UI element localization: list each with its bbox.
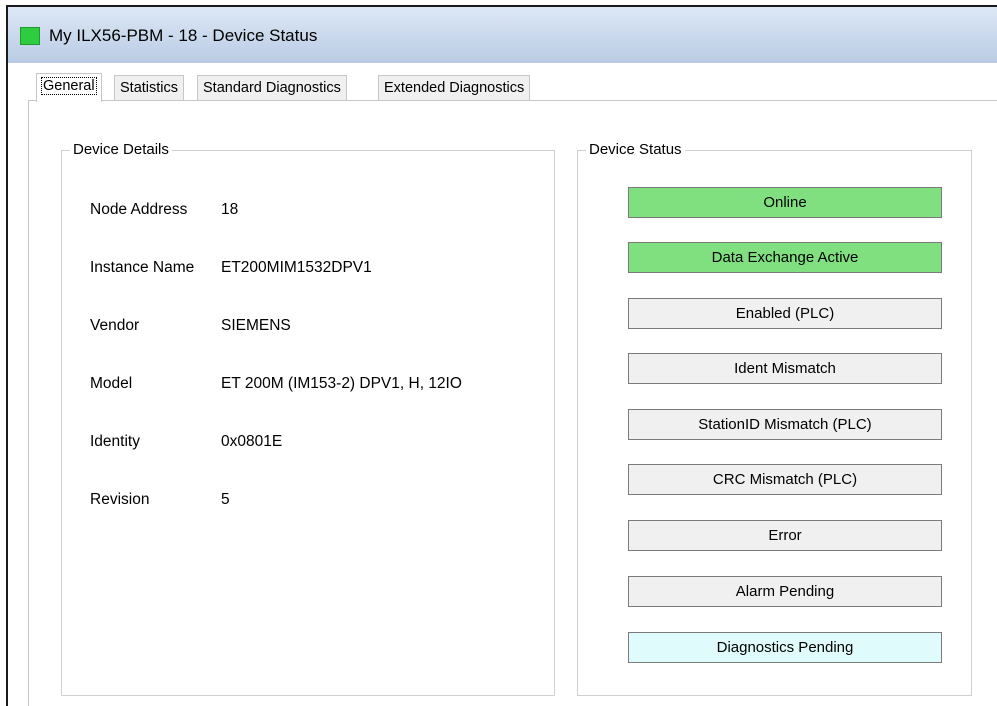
tab-strip: General Statistics Standard Diagnostics …	[8, 63, 997, 102]
general-tab-panel: Device Details Node Address 18 Instance …	[28, 100, 997, 706]
vendor-value: SIEMENS	[221, 317, 291, 334]
revision-label: Revision	[90, 491, 150, 508]
diagnostics-pending-indicator: Diagnostics Pending	[628, 632, 942, 663]
device-status-window: My ILX56-PBM - 18 - Device Status Genera…	[6, 5, 997, 706]
tab-general[interactable]: General	[36, 73, 102, 102]
tab-extended-diagnostics[interactable]: Extended Diagnostics	[378, 75, 531, 101]
window-title: My ILX56-PBM - 18 - Device Status	[49, 26, 318, 45]
ident-mismatch-indicator: Ident Mismatch	[628, 353, 942, 384]
tab-statistics-label: Statistics	[120, 80, 179, 96]
crc-mismatch-indicator: CRC Mismatch (PLC)	[628, 464, 942, 495]
instance-name-value: ET200MIM1532DPV1	[221, 259, 372, 276]
model-value: ET 200M (IM153-2) DPV1, H, 12IO	[221, 375, 462, 392]
data-exchange-active-indicator: Data Exchange Active	[628, 242, 942, 273]
error-indicator: Error	[628, 520, 942, 551]
device-details-title: Device Details	[70, 141, 172, 159]
device-status-group: Device Status Online Data Exchange Activ…	[577, 141, 972, 696]
tab-extended-diagnostics-label: Extended Diagnostics	[384, 80, 525, 96]
enabled-plc-indicator: Enabled (PLC)	[628, 298, 942, 329]
tab-standard-diagnostics-label: Standard Diagnostics	[203, 80, 341, 96]
status-square-icon	[20, 27, 40, 45]
stationid-mismatch-indicator: StationID Mismatch (PLC)	[628, 409, 942, 440]
node-address-label: Node Address	[90, 201, 188, 218]
tab-statistics[interactable]: Statistics	[114, 75, 185, 101]
alarm-pending-indicator: Alarm Pending	[628, 576, 942, 607]
device-details-group: Device Details Node Address 18 Instance …	[61, 141, 555, 696]
vendor-label: Vendor	[90, 317, 140, 334]
device-status-title: Device Status	[586, 141, 685, 159]
model-label: Model	[90, 375, 133, 392]
tab-standard-diagnostics[interactable]: Standard Diagnostics	[197, 75, 347, 101]
identity-value: 0x0801E	[221, 433, 283, 450]
title-bar[interactable]: My ILX56-PBM - 18 - Device Status	[8, 7, 997, 63]
revision-value: 5	[221, 491, 230, 508]
tab-general-label: General	[41, 77, 97, 95]
instance-name-label: Instance Name	[90, 259, 195, 276]
identity-label: Identity	[90, 433, 140, 450]
online-indicator: Online	[628, 187, 942, 218]
node-address-value: 18	[221, 201, 239, 218]
